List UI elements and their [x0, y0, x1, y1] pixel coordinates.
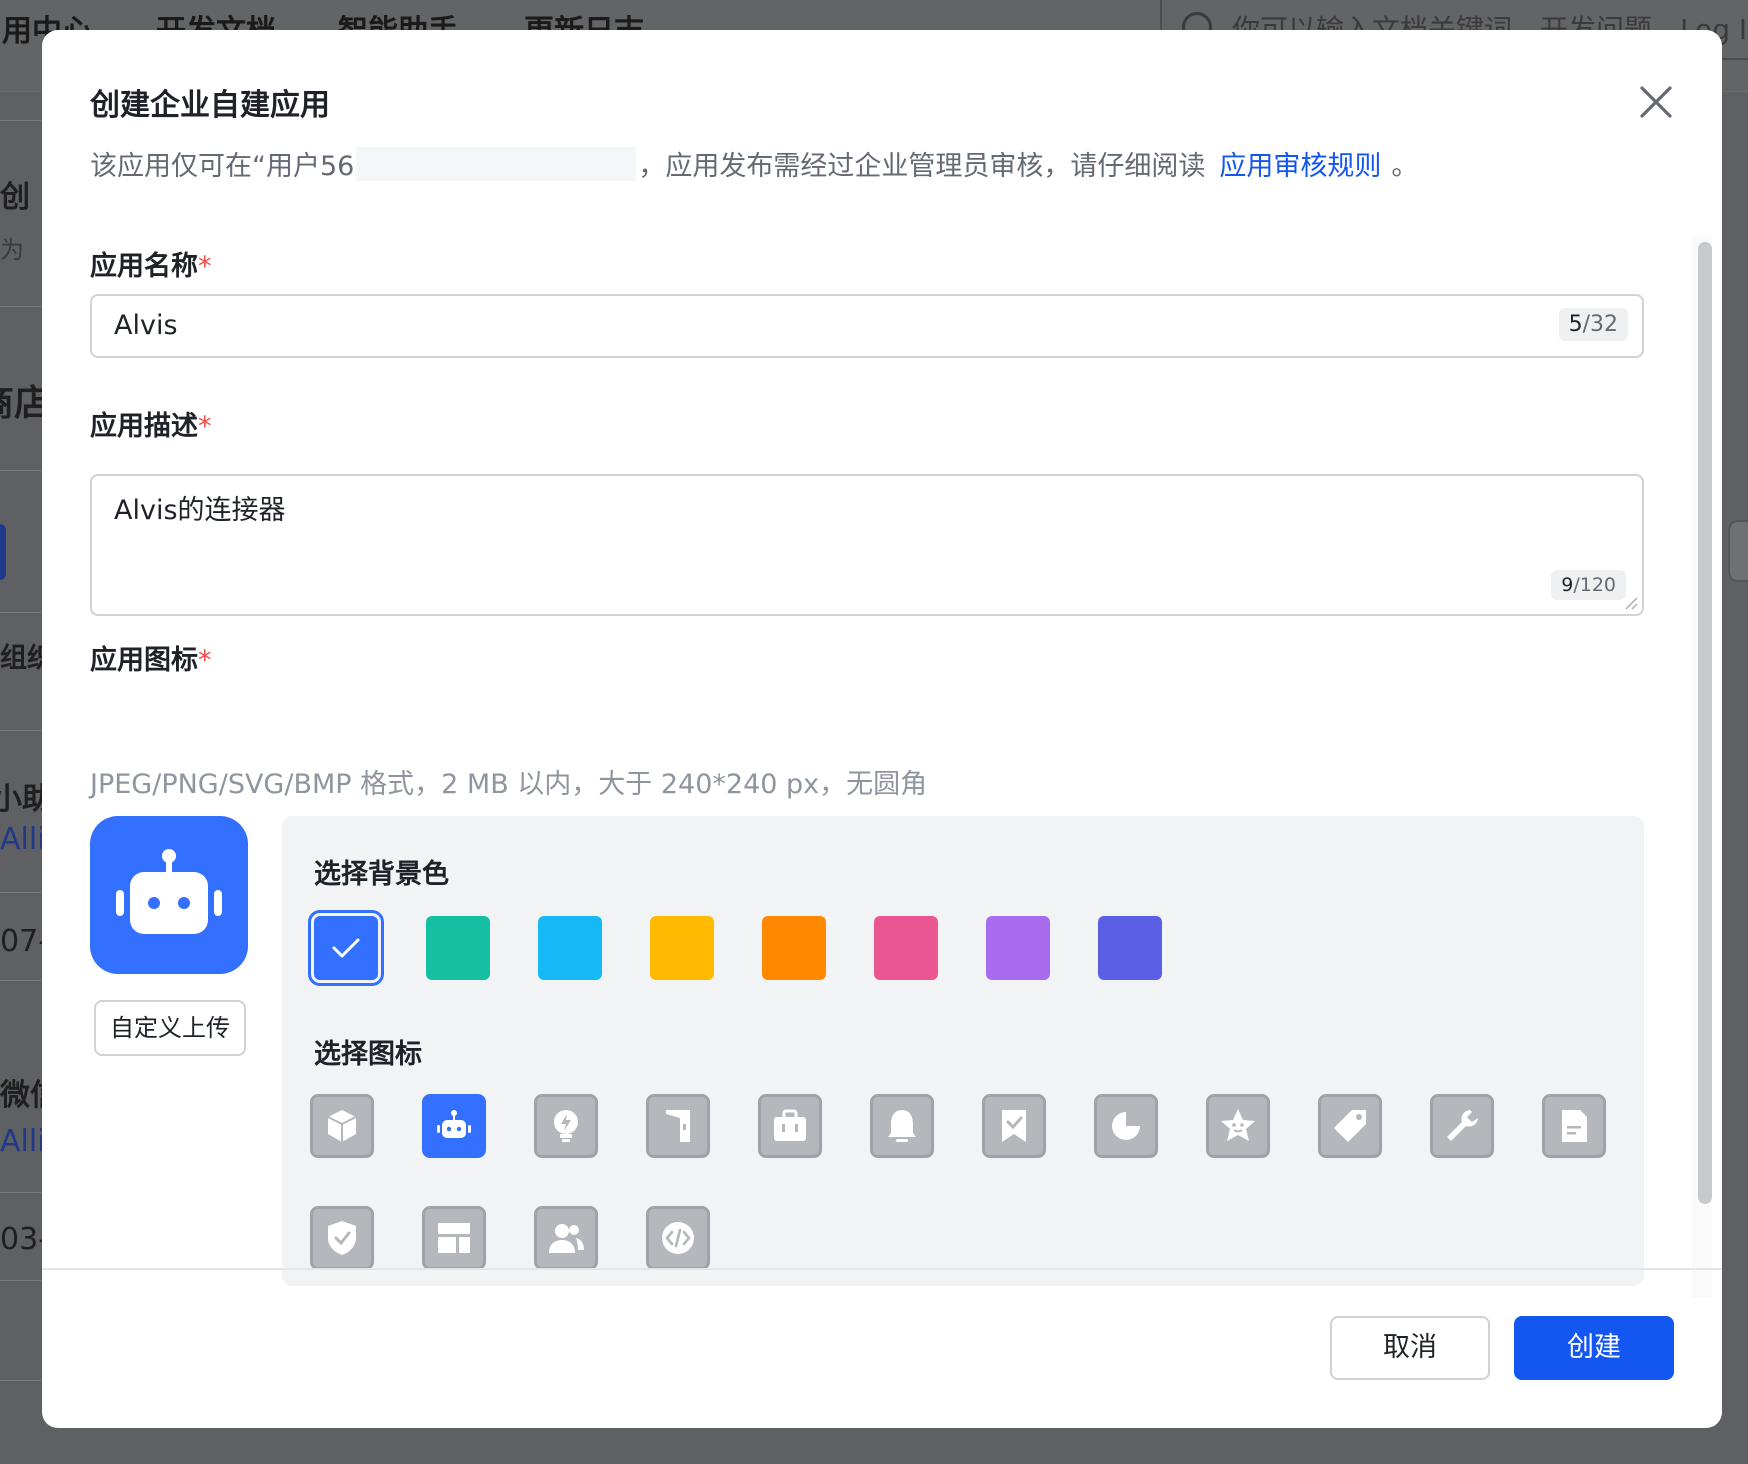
- icon-option[interactable]: [1430, 1094, 1494, 1158]
- color-swatch[interactable]: [874, 916, 938, 980]
- bg-button-edge: [0, 524, 6, 580]
- bell-icon: [888, 1110, 916, 1142]
- app-name-max: /32: [1582, 312, 1618, 337]
- robot-icon: [437, 1110, 471, 1138]
- door-icon: [666, 1110, 690, 1142]
- icon-option[interactable]: [310, 1206, 374, 1270]
- bg-side-handle: [1728, 520, 1748, 582]
- tag-icon: [1334, 1110, 1366, 1142]
- icon-option[interactable]: [1318, 1094, 1382, 1158]
- app-name-value[interactable]: Alvis: [114, 310, 178, 341]
- app-desc-textarea[interactable]: Alvis的连接器 9/120: [90, 474, 1644, 616]
- briefcase-icon: [774, 1109, 806, 1141]
- document-icon: [1562, 1110, 1587, 1142]
- icon-option[interactable]: [1094, 1094, 1158, 1158]
- icon-option[interactable]: [534, 1094, 598, 1158]
- icon-option[interactable]: [646, 1094, 710, 1158]
- required-mark: *: [198, 411, 212, 442]
- wrench-icon: [1447, 1110, 1478, 1141]
- app-desc-value[interactable]: Alvis的连接器: [114, 488, 286, 527]
- icon-option[interactable]: [534, 1206, 598, 1270]
- icon-option[interactable]: [422, 1094, 486, 1158]
- dialog-title: 创建企业自建应用: [90, 88, 330, 123]
- app-icon-preview: [90, 816, 248, 974]
- color-swatch[interactable]: [308, 910, 384, 986]
- app-name-counter: 5/32: [1558, 308, 1628, 341]
- check-icon: [332, 938, 360, 958]
- create-button[interactable]: 创建: [1514, 1316, 1674, 1380]
- cube-icon: [327, 1110, 357, 1142]
- icon-option[interactable]: [1206, 1094, 1270, 1158]
- subtitle-prefix: 该应用仅可在“用户56: [90, 151, 355, 182]
- redacted-text: [356, 146, 637, 181]
- pie-chart-icon: [1112, 1112, 1140, 1140]
- resize-handle-icon[interactable]: [1624, 596, 1638, 610]
- code-icon: [662, 1222, 694, 1254]
- color-swatch[interactable]: [1098, 916, 1162, 980]
- app-name-label-text: 应用名称: [90, 251, 198, 282]
- app-desc-counter: 9/120: [1551, 570, 1626, 600]
- star-face-icon: [1221, 1109, 1255, 1141]
- bg-fragment: Alli: [0, 1124, 46, 1159]
- bg-color-label: 选择背景色: [314, 859, 449, 890]
- layout-icon: [438, 1223, 470, 1253]
- color-swatch[interactable]: [762, 916, 826, 980]
- subtitle-middle: ，应用发布需经过企业管理员审核，请仔细阅读: [638, 151, 1206, 182]
- close-button[interactable]: [1634, 80, 1678, 124]
- subtitle-suffix: 。: [1391, 151, 1419, 182]
- review-rules-link[interactable]: 应用审核规则: [1219, 144, 1381, 183]
- custom-upload-button[interactable]: 自定义上传: [94, 1000, 246, 1056]
- icon-option[interactable]: [646, 1206, 710, 1270]
- app-name-input[interactable]: Alvis 5/32: [90, 294, 1644, 358]
- app-icon-label: 应用图标*: [90, 638, 212, 677]
- color-swatch[interactable]: [538, 916, 602, 980]
- icon-option[interactable]: [1542, 1094, 1606, 1158]
- bg-fragment: 为: [0, 236, 24, 264]
- icon-format-hint: JPEG/PNG/SVG/BMP 格式，2 MB 以内，大于 240*240 p…: [90, 769, 928, 800]
- icon-option[interactable]: [310, 1094, 374, 1158]
- icon-option[interactable]: [870, 1094, 934, 1158]
- shield-check-icon: [328, 1221, 356, 1255]
- bg-fragment: Alli: [0, 822, 46, 857]
- icon-option[interactable]: [422, 1206, 486, 1270]
- app-icon-label-text: 应用图标: [90, 645, 198, 676]
- bookmark-check-icon: [1002, 1110, 1026, 1142]
- scrollbar-thumb[interactable]: [1698, 242, 1712, 1204]
- icon-select-label: 选择图标: [314, 1039, 422, 1070]
- color-swatch[interactable]: [426, 916, 490, 980]
- dialog-subtitle: 该应用仅可在“用户56 ，应用发布需经过企业管理员审核，请仔细阅读 应用审核规则…: [90, 144, 1418, 183]
- app-desc-count: 9: [1561, 574, 1574, 596]
- app-name-count: 5: [1568, 312, 1583, 337]
- robot-icon: [116, 849, 222, 934]
- create-app-dialog: 创建企业自建应用 该应用仅可在“用户56 ，应用发布需经过企业管理员审核，请仔细…: [42, 30, 1722, 1428]
- bg-fragment: 创: [0, 180, 30, 215]
- lightbulb-icon: [554, 1110, 578, 1142]
- required-mark: *: [198, 251, 212, 282]
- cancel-button[interactable]: 取消: [1330, 1316, 1490, 1380]
- footer-divider: [42, 1268, 1722, 1270]
- app-desc-label-text: 应用描述: [90, 411, 198, 442]
- dialog-body: 创建企业自建应用 该应用仅可在“用户56 ，应用发布需经过企业管理员审核，请仔细…: [42, 30, 1722, 1286]
- required-mark: *: [198, 645, 212, 676]
- users-icon: [549, 1224, 584, 1253]
- close-icon: [1640, 86, 1672, 118]
- icon-option[interactable]: [758, 1094, 822, 1158]
- app-desc-label: 应用描述*: [90, 404, 212, 443]
- app-desc-max: /120: [1573, 574, 1616, 596]
- color-swatch[interactable]: [986, 916, 1050, 980]
- app-name-label: 应用名称*: [90, 244, 212, 283]
- color-swatch[interactable]: [650, 916, 714, 980]
- icon-picker-panel: 选择背景色 选择图标: [282, 816, 1644, 1286]
- icon-option[interactable]: [982, 1094, 1046, 1158]
